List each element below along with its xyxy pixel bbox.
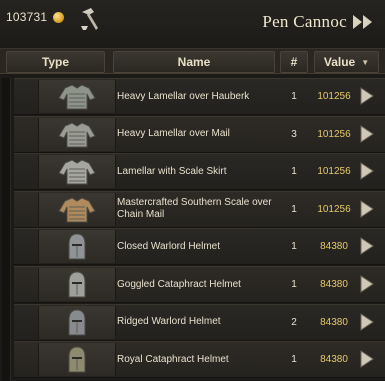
item-value: 101256: [317, 203, 351, 215]
fast-forward-icon[interactable]: [351, 12, 375, 32]
column-header-value-label: Value: [323, 55, 356, 69]
gold-amount: 103731: [6, 10, 48, 24]
item-value: 84380: [320, 316, 348, 328]
item-value: 84380: [320, 354, 348, 366]
trader-name: Pen Cannoc: [262, 12, 347, 31]
body-armor-icon: [58, 197, 96, 223]
sell-arrow-icon[interactable]: [358, 273, 376, 295]
item-value: 101256: [317, 128, 351, 140]
item-thumbnail: [38, 230, 116, 264]
sell-arrow-icon[interactable]: [358, 123, 376, 145]
item-name: Mastercrafted Southern Scale over Chain …: [117, 197, 272, 221]
item-thumbnail: [38, 343, 116, 377]
item-name: Lamellar with Scale Skirt: [117, 165, 227, 177]
column-header-type[interactable]: Type: [6, 51, 105, 73]
item-name: Ridged Warlord Helmet: [117, 316, 221, 328]
column-header-bar: Type Name # Value ▼: [0, 49, 385, 74]
item-value: 101256: [317, 91, 351, 102]
item-quantity: 1: [291, 241, 297, 253]
item-quantity: 2: [291, 316, 297, 328]
inventory-topbar: 103731 Pen Cannoc: [0, 0, 385, 49]
item-value: 101256: [317, 166, 351, 178]
item-thumbnail: [38, 268, 116, 301]
item-name: Heavy Lamellar over Hauberk: [117, 90, 250, 102]
item-quantity: 1: [291, 203, 297, 215]
item-thumbnail: [38, 80, 116, 113]
item-row[interactable]: Lamellar with Scale Skirt 1 101256: [14, 153, 385, 191]
item-row[interactable]: Heavy Lamellar over Hauberk 1 101256: [14, 78, 385, 115]
body-armor-icon: [58, 122, 96, 148]
item-row[interactable]: Ridged Warlord Helmet 2 84380: [14, 303, 385, 341]
smithing-hammer-icon[interactable]: [79, 6, 101, 32]
item-quantity: 1: [291, 279, 297, 290]
item-row[interactable]: Royal Cataphract Helmet 1 84380: [14, 341, 385, 379]
gold-coin-icon: [53, 11, 65, 23]
item-quantity: 1: [291, 354, 297, 366]
sell-arrow-icon[interactable]: [358, 198, 376, 220]
item-quantity: 3: [291, 128, 297, 140]
item-row[interactable]: Mastercrafted Southern Scale over Chain …: [14, 190, 385, 228]
helmet-icon: [68, 346, 86, 373]
item-name: Heavy Lamellar over Mail: [117, 128, 230, 140]
item-name: Closed Warlord Helmet: [117, 240, 220, 252]
column-header-value[interactable]: Value ▼: [314, 51, 379, 73]
body-armor-icon: [58, 84, 96, 110]
item-list: Heavy Lamellar over Hauberk 1 101256 Heavy …: [14, 78, 385, 381]
column-header-name[interactable]: Name: [113, 51, 275, 73]
item-name: Goggled Cataphract Helmet: [117, 278, 241, 290]
sell-arrow-icon[interactable]: [358, 348, 376, 370]
body-armor-icon: [58, 159, 96, 185]
helmet-icon: [68, 271, 86, 298]
item-thumbnail: [38, 155, 116, 189]
item-thumbnail: [38, 305, 116, 339]
helmet-icon: [68, 233, 86, 260]
scrollbar[interactable]: [2, 78, 11, 381]
sell-arrow-icon[interactable]: [358, 85, 376, 107]
item-value: 84380: [320, 279, 348, 290]
item-row[interactable]: Closed Warlord Helmet 1 84380: [14, 228, 385, 266]
item-row[interactable]: Goggled Cataphract Helmet 1 84380: [14, 266, 385, 303]
sell-arrow-icon[interactable]: [358, 311, 376, 333]
sell-arrow-icon[interactable]: [358, 160, 376, 182]
item-value: 84380: [320, 241, 348, 253]
helmet-icon: [68, 309, 86, 336]
item-thumbnail: [38, 192, 116, 226]
sell-arrow-icon[interactable]: [358, 235, 376, 257]
sort-descending-icon: ▼: [361, 57, 370, 67]
item-row[interactable]: Heavy Lamellar over Mail 3 101256: [14, 115, 385, 153]
item-quantity: 1: [291, 91, 297, 102]
column-header-quantity[interactable]: #: [280, 51, 308, 73]
item-name: Royal Cataphract Helmet: [117, 353, 229, 365]
item-thumbnail: [38, 117, 116, 151]
gold-display: 103731: [6, 10, 65, 24]
item-quantity: 1: [291, 166, 297, 178]
